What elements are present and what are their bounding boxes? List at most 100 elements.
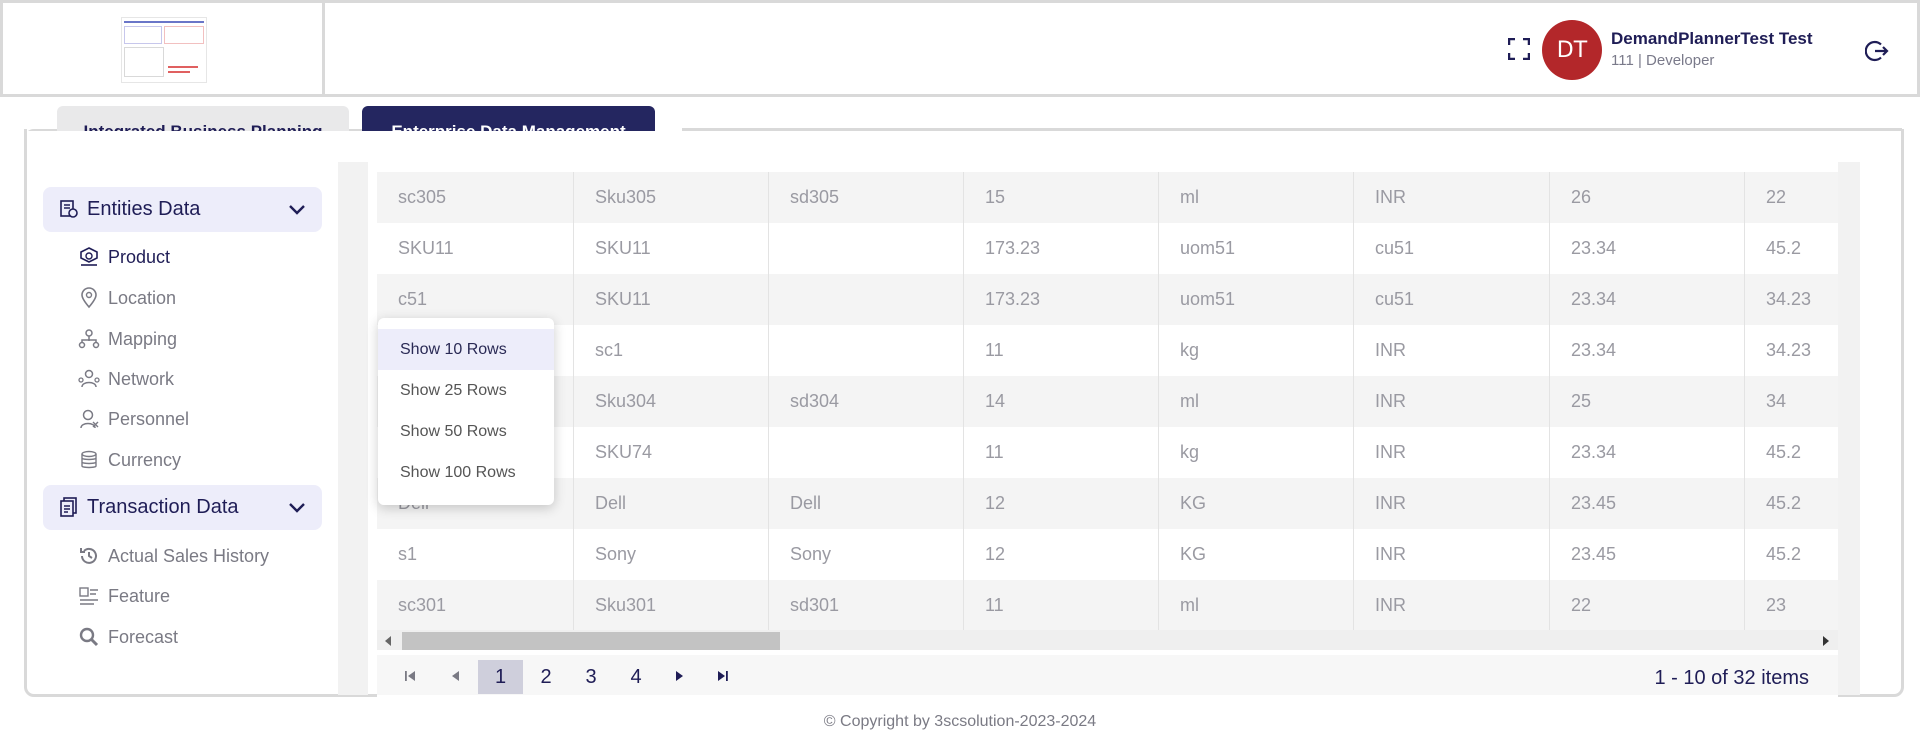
table-cell: Dell <box>573 478 768 529</box>
transaction-data-section[interactable]: Transaction Data <box>43 485 322 530</box>
fullscreen-icon[interactable] <box>1508 38 1530 60</box>
feature-icon <box>79 587 98 605</box>
table-row[interactable]: Sku304 sd304 14 ml INR 25 34 <box>377 376 1839 427</box>
table-cell: SKU74 <box>573 427 768 478</box>
scroll-left-icon[interactable] <box>385 636 391 646</box>
table-cell: sc1 <box>573 325 768 376</box>
next-page-icon[interactable] <box>673 669 687 683</box>
table-cell: INR <box>1353 478 1549 529</box>
transaction-data-label: Transaction Data <box>87 496 239 518</box>
table-cell: 34 <box>1744 376 1839 427</box>
scrollbar-thumb[interactable] <box>402 632 780 650</box>
personnel-icon <box>80 409 99 429</box>
page-size-option-25[interactable]: Show 25 Rows <box>378 370 554 411</box>
sidebar-item-label: Location <box>108 287 177 308</box>
last-page-icon[interactable] <box>716 669 730 683</box>
sidebar-item-location[interactable]: Location <box>78 283 176 313</box>
logout-icon[interactable] <box>1865 39 1889 63</box>
table-cell: SKU11 <box>573 223 768 274</box>
chevron-down-icon[interactable] <box>287 498 307 518</box>
page-button[interactable]: 1 <box>478 660 523 694</box>
table-cell: 45.2 <box>1744 478 1839 529</box>
page-button[interactable]: 4 <box>621 660 651 694</box>
app-header: DT DemandPlannerTest Test 111 | Develope… <box>0 0 1920 97</box>
table-cell: Sku301 <box>573 580 768 631</box>
table-cell: INR <box>1353 172 1549 223</box>
page-size-option-50[interactable]: Show 50 Rows <box>378 411 554 452</box>
sidebar-item-label: Product <box>108 246 171 267</box>
scroll-right-icon[interactable] <box>1823 636 1829 646</box>
previous-page-icon[interactable] <box>448 669 462 683</box>
table-cell: 25 <box>1549 376 1744 427</box>
table-cell: 23.34 <box>1549 427 1744 478</box>
table-row[interactable]: sc1 11 kg INR 23.34 34.23 <box>377 325 1839 376</box>
table-cell: 45.2 <box>1744 223 1839 274</box>
network-icon <box>78 369 100 388</box>
table-row[interactable]: sc305 Sku305 sd305 15 ml INR 26 22 <box>377 172 1839 223</box>
table-cell: ml <box>1158 172 1353 223</box>
page-button[interactable]: 3 <box>576 660 606 694</box>
table-cell: 23.45 <box>1549 529 1744 580</box>
search-icon <box>79 627 99 647</box>
vertical-scrollbar[interactable] <box>1838 162 1860 695</box>
table-cell: sc305 <box>398 187 447 207</box>
page-button[interactable]: 2 <box>531 660 561 694</box>
table-cell <box>768 325 963 376</box>
table-cell: 22 <box>1744 172 1839 223</box>
table-cell <box>768 223 963 274</box>
table-cell: uom51 <box>1158 274 1353 325</box>
horizontal-scrollbar[interactable] <box>377 630 1838 650</box>
table-cell: INR <box>1353 529 1549 580</box>
table-cell: sc301 <box>398 595 447 615</box>
entities-data-section[interactable]: Entities Data <box>43 187 322 232</box>
product-icon <box>80 247 98 266</box>
page-size-option-10[interactable]: Show 10 Rows <box>378 329 554 370</box>
company-logo[interactable] <box>121 17 207 83</box>
table-cell: KG <box>1158 529 1353 580</box>
table-cell: 23.34 <box>1549 223 1744 274</box>
table-cell: 11 <box>963 325 1158 376</box>
table-cell: 23 <box>1744 580 1839 631</box>
sidebar-item-product[interactable]: Product <box>78 242 170 272</box>
table-cell: 12 <box>963 529 1158 580</box>
chevron-down-icon[interactable] <box>287 200 307 220</box>
table-cell: 15 <box>963 172 1158 223</box>
table-cell: INR <box>1353 580 1549 631</box>
table-cell: kg <box>1158 325 1353 376</box>
table-cell: 34.23 <box>1744 325 1839 376</box>
table-cell <box>768 274 963 325</box>
table-row[interactable]: DellDellDell12KGINR23.4545.2 <box>377 478 1839 529</box>
table-cell: 23.34 <box>1549 325 1744 376</box>
sidebar-item-mapping[interactable]: Mapping <box>78 324 177 354</box>
sidebar-item-personnel[interactable]: Personnel <box>78 404 189 434</box>
table-row[interactable]: sc301 Sku301 sd301 11 ml INR 22 23 <box>377 580 1839 631</box>
table-cell: Sony <box>573 529 768 580</box>
table-cell: s1 <box>398 544 418 564</box>
sidebar-item-forecast[interactable]: Forecast <box>78 622 178 652</box>
table-cell: Dell <box>768 478 963 529</box>
table-cell: Sku304 <box>573 376 768 427</box>
avatar[interactable]: DT <box>1542 20 1602 80</box>
sidebar-item-feature[interactable]: Feature <box>78 581 170 611</box>
mapping-icon <box>78 329 100 349</box>
table-row[interactable]: c51 SKU11 173.23 uom51 cu51 23.34 34.23 <box>377 274 1839 325</box>
entities-icon <box>60 200 78 218</box>
sidebar-item-actual-sales-history[interactable]: Actual Sales History <box>78 541 269 571</box>
table-cell: sd305 <box>768 172 963 223</box>
first-page-icon[interactable] <box>403 669 417 683</box>
sidebar-item-currency[interactable]: Currency <box>78 445 181 475</box>
table-cell: 173.23 <box>963 223 1158 274</box>
table-row[interactable]: s1 Sony Sony 12 KG INR 23.45 45.2 <box>377 529 1839 580</box>
table-cell: ml <box>1158 580 1353 631</box>
table-row[interactable]: SKU74 11 kg INR 23.34 45.2 <box>377 427 1839 478</box>
table-cell: 23.45 <box>1549 478 1744 529</box>
table-cell: SKU11 <box>573 274 768 325</box>
page-size-option-100[interactable]: Show 100 Rows <box>378 452 554 493</box>
table-cell: 45.2 <box>1744 529 1839 580</box>
sidebar-divider <box>338 162 368 695</box>
table-row[interactable]: SKU11 SKU11 173.23 uom51 cu51 23.34 45.2 <box>377 223 1839 274</box>
sidebar-item-network[interactable]: Network <box>78 364 174 394</box>
table-cell: 11 <box>963 427 1158 478</box>
table-cell: Sony <box>768 529 963 580</box>
sidebar-item-label: Currency <box>108 449 182 470</box>
